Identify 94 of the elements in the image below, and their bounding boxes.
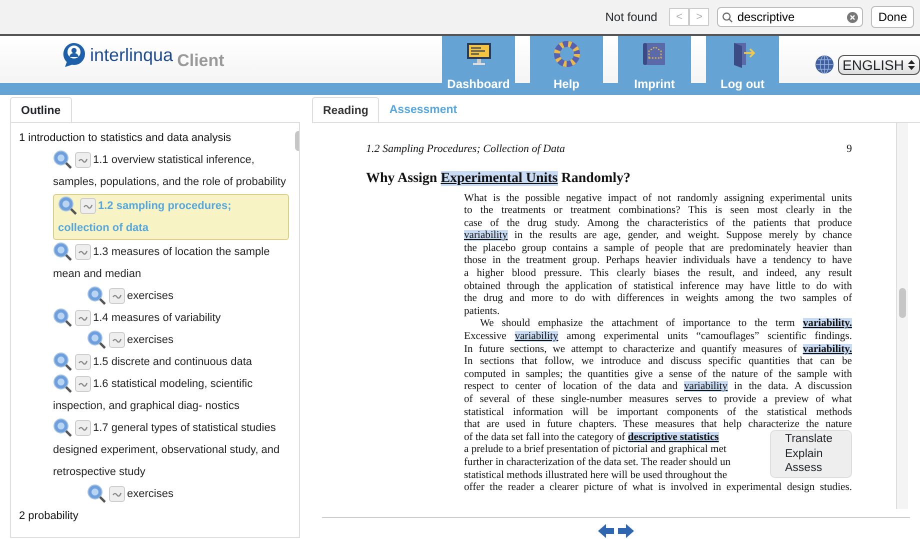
scrollbar-thumb[interactable] (899, 288, 906, 318)
curve-button[interactable] (75, 376, 91, 392)
curve-icon (78, 156, 88, 164)
text-line: variability in the results are age, gender, and weight. Suppose merely by chance (464, 230, 852, 243)
curve-icon (112, 336, 122, 344)
outline-item[interactable]: 1 introduction to statistics and data analysis (19, 127, 289, 149)
text-line: statistical methods illustrated here will be used throughout the (464, 470, 728, 482)
outline-item[interactable]: exercises (87, 483, 289, 505)
text-line: obtained through the application of statistical inference may have little to do with (464, 280, 852, 294)
page-number: 9 (846, 142, 852, 157)
search-field[interactable]: descriptive (717, 7, 864, 27)
text-line: statistical information will be important components of the statistical methods (464, 406, 852, 420)
magnifier-icon[interactable] (53, 308, 73, 328)
term-link[interactable]: variability (684, 381, 728, 392)
curve-icon (78, 380, 88, 388)
search-icon (722, 12, 734, 22)
text-line: a higher blood pressure. This clearly biases the result, and indeed, any result (464, 268, 852, 281)
term-link[interactable]: Experimental Units (440, 170, 558, 186)
text-line: that are used in future chapters. These measures that help characterize the nature (464, 419, 852, 432)
ring-icon (552, 40, 582, 68)
term-link[interactable]: variability. (802, 318, 852, 330)
menu-item[interactable]: Translate (771, 432, 851, 446)
curve-button[interactable] (75, 420, 91, 436)
curve-icon (78, 248, 88, 256)
curve-icon (78, 424, 88, 432)
outline-item[interactable]: 1.1 overview statistical inference, samples, populations, and the role of probability (53, 149, 289, 193)
curve-icon (83, 202, 93, 210)
term-link[interactable]: descriptive statistics (628, 432, 719, 443)
text-line: the drug and more to do with differences in weights among the two samples of (464, 293, 852, 306)
search-input[interactable]: descriptive (737, 8, 838, 26)
term-link[interactable]: variability (514, 331, 558, 342)
text-line: further in characterization of the data set. The reader should un (464, 456, 731, 470)
logo-subtitle: Client (177, 50, 224, 72)
outline-item[interactable]: exercises (87, 285, 289, 307)
outline-item[interactable]: 1.6 statistical modeling, scientific inspection, and graphical diag- nostics (53, 373, 289, 417)
magnifier-icon[interactable] (53, 150, 73, 170)
magnifier-icon[interactable] (53, 418, 73, 438)
curve-button[interactable] (75, 152, 91, 168)
text-line: Excessive variability among experimental units “camouflages” scientific findings. (464, 331, 852, 344)
text-line: those in the treatment group. Perhaps heavier individuals have a tendency to have (464, 255, 852, 268)
menu-item[interactable]: Explain (771, 446, 851, 461)
logo-icon (62, 42, 86, 68)
outline-item[interactable]: exercises (87, 329, 289, 351)
curve-button[interactable] (75, 310, 91, 326)
curve-button[interactable] (80, 198, 96, 214)
curve-button[interactable] (75, 354, 91, 370)
text-line: the placebo group contains a sample of people that are predominately heavier than (464, 242, 852, 256)
curve-icon (112, 490, 122, 498)
outline-item[interactable]: 1.5 discrete and continuous data (53, 351, 289, 373)
text-line: of the data set fall into the category of descriptive statistics (464, 432, 719, 444)
done-button[interactable]: Done (871, 6, 914, 28)
outline-tab[interactable]: Outline (10, 97, 72, 122)
magnifier-icon[interactable] (87, 286, 107, 306)
status-text: Not found (605, 9, 658, 26)
term-link[interactable]: variability. (802, 344, 852, 355)
outline-item[interactable]: 2 probability (19, 505, 289, 527)
magnifier-icon[interactable] (87, 484, 107, 504)
curve-icon (112, 292, 122, 300)
caret-icon (908, 58, 915, 70)
curve-button[interactable] (75, 244, 91, 260)
logo-text: interlinqua (90, 44, 174, 67)
reading-tab[interactable]: Reading (312, 97, 380, 122)
menu-item[interactable]: Assess (771, 461, 851, 476)
text-line: respect to center of location of the data and variability in the data. A discussion (464, 381, 852, 394)
text-line: case of the drug study. Among the characteristics of the patients that produce (464, 218, 852, 230)
outline-item[interactable]: 1.4 measures of variability (53, 307, 289, 329)
magnifier-icon[interactable] (53, 242, 73, 262)
text-line: patients. (464, 306, 500, 318)
globe-icon[interactable] (814, 55, 834, 74)
curve-icon (78, 358, 88, 366)
curve-button[interactable] (109, 486, 125, 502)
text-line: In future sections, we attempt to characterize and quantify measures of variability. (464, 344, 852, 356)
language-select[interactable]: ENGLISH (838, 54, 920, 74)
text-line: offer the reader a clearer picture of what is involved in experimental design studies. (464, 482, 852, 495)
text-line: In sections that follow, we introduce and discuss specific quantities that can be (464, 356, 852, 369)
right-arrow-icon[interactable] (618, 524, 634, 538)
magnifier-icon[interactable] (58, 196, 78, 216)
curve-button[interactable] (109, 288, 125, 304)
clear-icon[interactable] (847, 12, 858, 22)
magnifier-icon[interactable] (53, 374, 73, 394)
running-head: 1.2 Sampling Procedures; Collection of Data (366, 142, 565, 157)
curve-button[interactable] (109, 332, 125, 348)
text-line: a prelude to a brief presentation of pictorial and graphical met (464, 444, 726, 457)
left-arrow-icon[interactable] (598, 524, 614, 538)
magnifier-icon[interactable] (87, 330, 107, 350)
magnifier-icon[interactable] (53, 352, 73, 372)
text-line: to the treatments or treatment combinations? This is seen most clearly in the (464, 205, 852, 218)
text-line: What is the possible negative impact of not randomly assigning experimental units (464, 192, 852, 206)
term-link[interactable]: variability (464, 230, 508, 242)
text-line: We should emphasize the attachment of importance to the term variability. (479, 318, 852, 332)
curve-icon (78, 314, 88, 322)
text-line: of several of these single-number measures serves to provide a preview of what (464, 394, 852, 407)
text-line: computed in samples; the quantities give a sense of the nature of the sample with (464, 368, 852, 382)
section-heading: Why Assign Experimental Units Randomly? (366, 170, 630, 188)
